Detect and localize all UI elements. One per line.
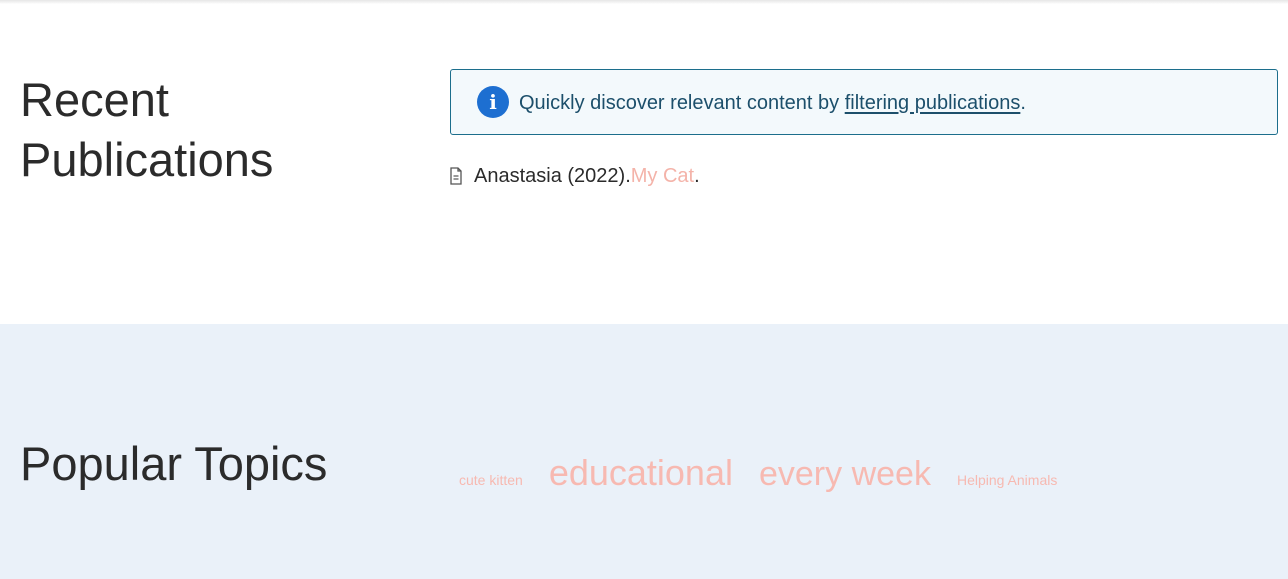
- info-alert: i Quickly discover relevant content by f…: [450, 69, 1278, 135]
- tag-cloud: cute kitten educational every week Helpi…: [459, 452, 1057, 502]
- publication-title-link[interactable]: My Cat: [631, 163, 694, 189]
- info-alert-text: Quickly discover relevant content by fil…: [519, 90, 1026, 116]
- tag-link[interactable]: Helping Animals: [957, 472, 1057, 488]
- info-text-after: .: [1020, 92, 1026, 114]
- popular-topics-heading: Popular Topics: [20, 437, 328, 490]
- publication-suffix: .: [694, 165, 700, 187]
- filtering-publications-link[interactable]: filtering publications: [845, 92, 1021, 114]
- tag-link[interactable]: cute kitten: [459, 472, 523, 488]
- tag-link[interactable]: every week: [759, 455, 931, 494]
- recent-publications-heading: Recent Publications: [20, 73, 274, 186]
- publication-author-year: Anastasia (2022).: [474, 165, 631, 187]
- info-text-before: Quickly discover relevant content by: [519, 92, 845, 114]
- recent-publications-section: Recent Publications i Quickly discover r…: [0, 4, 1288, 324]
- popular-topics-section: Popular Topics cute kitten educational e…: [0, 324, 1288, 579]
- info-icon: i: [477, 86, 509, 118]
- tag-link[interactable]: educational: [549, 452, 733, 494]
- publication-list-item: Anastasia (2022). My Cat.: [448, 163, 700, 189]
- document-icon: [450, 167, 462, 185]
